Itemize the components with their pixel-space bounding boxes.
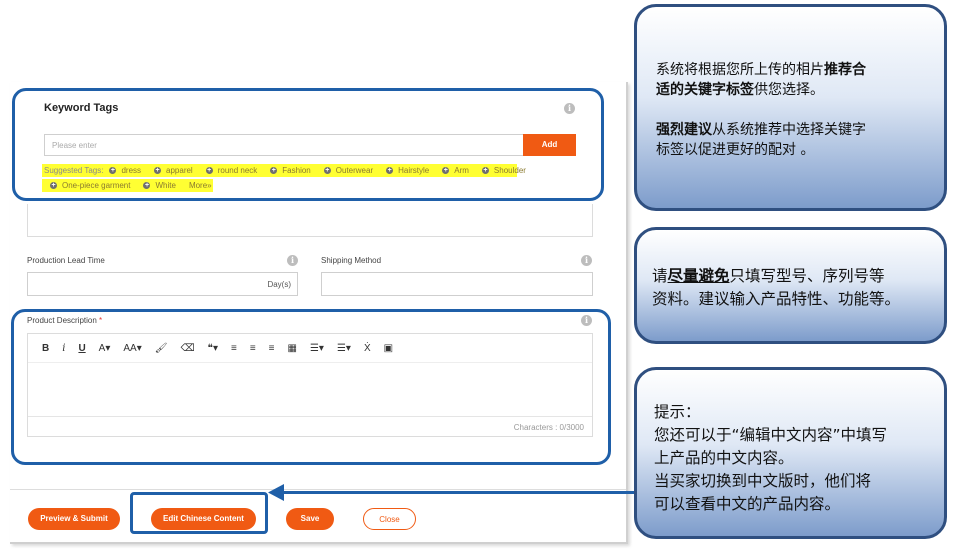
save-button[interactable]: Save	[286, 508, 334, 530]
callout-text: 提示： 您还可以于“编辑中文内容”中填写 上产品的中文内容。 当买家切换到中文版…	[654, 403, 888, 513]
font-size-button[interactable]: AA▾	[123, 343, 141, 354]
plus-icon: +	[386, 167, 394, 174]
bullet-list-icon[interactable]: ☰▾	[337, 343, 351, 354]
align-right-icon[interactable]: ≡	[269, 343, 275, 354]
close-button[interactable]: Close	[363, 508, 416, 530]
callout-chinese-content-tips: 提示： 您还可以于“编辑中文内容”中填写 上产品的中文内容。 当买家切换到中文版…	[634, 367, 947, 539]
plus-icon: +	[270, 167, 278, 174]
rich-text-editor: B i U A▾ AA▾ 🖌 ⌫ ❝▾ ≡ ≡ ≡ ▦ ☰▾ ☰▾ Ẋ ▣ Ch…	[27, 333, 593, 437]
italic-button[interactable]: i	[62, 343, 65, 354]
info-icon[interactable]: i	[564, 103, 575, 114]
eraser-icon[interactable]: ⌫	[180, 343, 194, 354]
underline-button[interactable]: U	[78, 343, 85, 354]
clear-format-icon[interactable]: Ẋ	[364, 343, 371, 354]
tag-chip[interactable]: + dress	[109, 166, 141, 175]
plus-icon: +	[481, 167, 489, 174]
suggested-tags-label: Suggested Tags:	[44, 166, 104, 175]
plus-icon: +	[50, 182, 57, 189]
plus-icon: +	[323, 167, 331, 174]
tag-chip[interactable]: + Arm	[442, 166, 469, 175]
image-icon[interactable]: ▣	[384, 343, 393, 354]
lead-time-input[interactable]: Day(s)	[27, 272, 298, 296]
shipping-method-label: Shipping Method	[321, 256, 382, 265]
product-description-label: Product Description *	[27, 316, 103, 325]
align-left-icon[interactable]: ≡	[231, 343, 237, 354]
tag-chip[interactable]: + Outerwear	[323, 166, 373, 175]
tag-chip[interactable]: + One-piece garment	[50, 181, 130, 190]
tag-chip[interactable]: + White	[143, 181, 176, 190]
callout-description-tips: 请尽量避免只填写型号、序列号等 资料。建议输入产品特性、功能等。	[634, 227, 947, 344]
editor-toolbar: B i U A▾ AA▾ 🖌 ⌫ ❝▾ ≡ ≡ ≡ ▦ ☰▾ ☰▾ Ẋ ▣	[28, 334, 592, 362]
lead-time-unit: Day(s)	[267, 280, 291, 289]
character-count: Characters : 0/3000	[28, 416, 592, 437]
add-tag-button[interactable]: Add	[523, 134, 576, 156]
tag-chip[interactable]: + Hairstyle	[386, 166, 429, 175]
quote-icon[interactable]: ❝▾	[208, 343, 218, 354]
plus-icon: +	[442, 167, 450, 174]
plus-icon: +	[109, 167, 117, 174]
info-icon[interactable]: i	[581, 255, 592, 266]
edit-chinese-content-button[interactable]: Edit Chinese Content	[151, 508, 256, 530]
tag-chip[interactable]: + round neck	[205, 166, 257, 175]
tag-chip[interactable]: + apparel	[154, 166, 193, 175]
table-icon[interactable]: ▦	[288, 343, 297, 354]
lead-time-label: Production Lead Time	[27, 256, 105, 265]
info-icon[interactable]: i	[581, 315, 592, 326]
more-tags-link[interactable]: More»	[189, 181, 212, 190]
ordered-list-icon[interactable]: ☰▾	[310, 343, 324, 354]
align-center-icon[interactable]: ≡	[250, 343, 256, 354]
font-color-button[interactable]: A▾	[99, 343, 111, 354]
suggested-tags-row: Suggested Tags: + dress + apparel + round n…	[44, 166, 539, 175]
plus-icon: +	[143, 182, 151, 189]
info-icon[interactable]: i	[287, 255, 298, 266]
keyword-tags-title: Keyword Tags	[44, 102, 119, 114]
footer-divider	[10, 489, 626, 490]
fill-color-icon[interactable]: 🖌	[155, 343, 168, 354]
tag-chip[interactable]: + Fashion	[270, 166, 311, 175]
plus-icon: +	[205, 167, 213, 174]
tag-chip[interactable]: + Shoulder	[481, 166, 526, 175]
arrow-head-icon	[268, 484, 284, 501]
keyword-input[interactable]: Please enter	[44, 134, 524, 156]
callout-keyword-tips: 系统将根据您所上传的相片推荐合 适的关键字标签供您选择。 强烈建议从系统推荐中选…	[634, 4, 947, 211]
pointer-arrow-line	[282, 491, 634, 494]
bold-button[interactable]: B	[42, 343, 49, 354]
preview-submit-button[interactable]: Preview & Submit	[28, 508, 120, 530]
shipping-method-input[interactable]	[321, 272, 593, 296]
plus-icon: +	[154, 167, 162, 174]
callout-text: 请尽量避免只填写型号、序列号等 资料。建议输入产品特性、功能等。	[652, 267, 901, 308]
editor-text-area[interactable]	[28, 362, 592, 416]
field-box	[27, 204, 593, 237]
callout-text: 系统将根据您所上传的相片推荐合 适的关键字标签供您选择。 强烈建议从系统推荐中选…	[656, 62, 866, 158]
suggested-tags-row-2: + One-piece garment + White More»	[50, 181, 212, 190]
